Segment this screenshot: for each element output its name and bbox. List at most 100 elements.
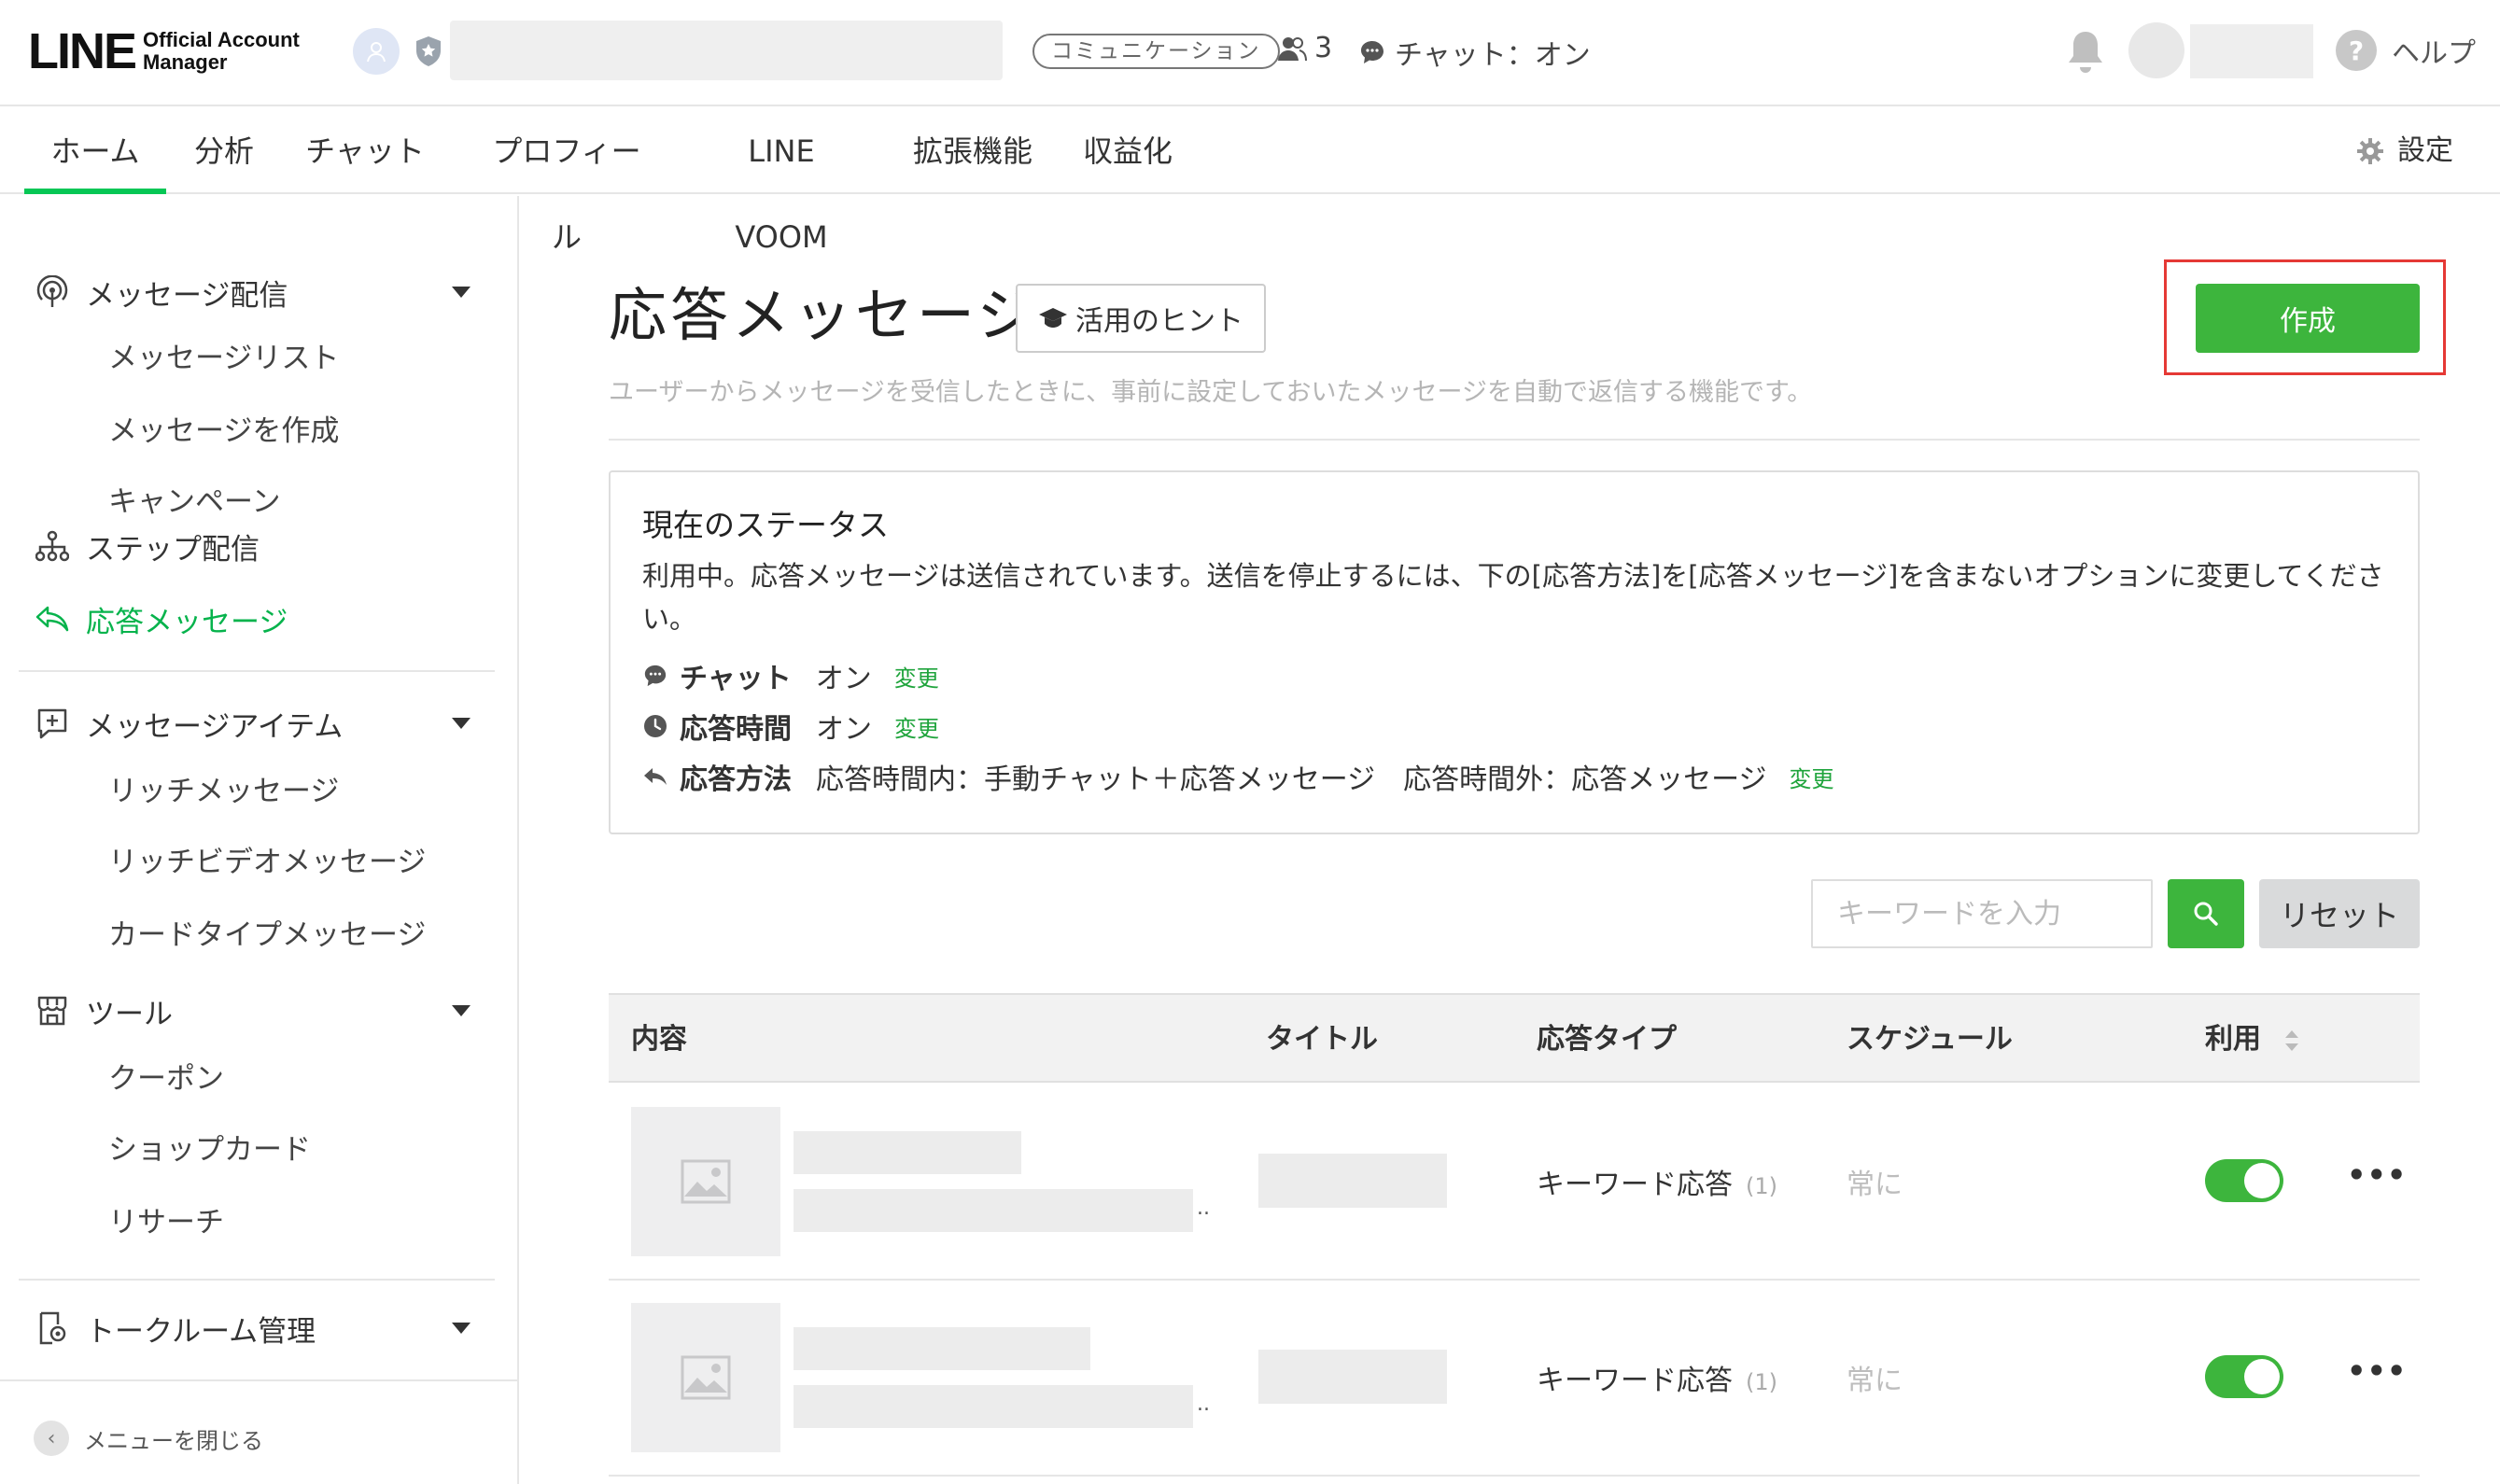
flow-tree-icon — [34, 527, 71, 565]
user-icon — [367, 42, 386, 63]
chevron-down-icon — [452, 1323, 471, 1334]
status-value: オン — [816, 713, 872, 746]
reset-button[interactable]: リセット — [2259, 879, 2420, 948]
schedule-cell: 常に — [1847, 1169, 1903, 1201]
help-icon: ? — [2336, 30, 2377, 71]
chat-room-settings-icon — [34, 1309, 71, 1347]
sidebar-item-research[interactable]: リサーチ — [108, 1195, 224, 1251]
shop-icon — [34, 992, 71, 1029]
status-row-response-hours: 応答時間 オン 変更 — [642, 706, 939, 747]
line-oa-manager-logo[interactable]: LINE Official Account Manager — [28, 26, 300, 77]
response-type-value: キーワード応答 — [1537, 1365, 1733, 1397]
sidebar-item-message-list[interactable]: メッセージリスト — [108, 330, 339, 386]
tab-profile[interactable]: プロフィール — [482, 108, 652, 255]
more-options-button[interactable]: ••• — [2347, 1353, 2407, 1389]
toggle-knob — [2244, 1163, 2280, 1198]
schedule-cell: 常に — [1847, 1365, 1903, 1397]
user-avatar[interactable] — [2128, 22, 2184, 78]
change-link[interactable]: 変更 — [894, 710, 939, 743]
create-button[interactable]: 作成 — [2196, 284, 2420, 353]
tab-home[interactable]: ホーム — [24, 108, 166, 194]
enable-toggle[interactable] — [2205, 1159, 2283, 1202]
sidebar-divider — [19, 1279, 495, 1281]
sidebar-item-label: ツール — [86, 997, 173, 1031]
sidebar-item-label: トークルーム管理 — [86, 1314, 316, 1349]
status-description: 利用中。応答メッセージは送信されています。送信を停止するには、下の[応答方法]を… — [642, 560, 2384, 635]
logo-subtitle: Official Account Manager — [143, 29, 300, 74]
status-row-chat: チャット オン 変更 — [642, 655, 939, 696]
sidebar-item-talk-room-management[interactable]: トークルーム管理 — [0, 1295, 519, 1361]
content-title-placeholder — [794, 1131, 1021, 1174]
settings-link[interactable]: 設定 — [2356, 108, 2453, 194]
column-header-enabled-label: 利用 — [2205, 1023, 2261, 1056]
sidebar-item-label: メッセージアイテム — [86, 709, 344, 744]
status-title: 現在のステータス — [642, 507, 889, 543]
status-key: チャット — [680, 663, 792, 695]
image-placeholder-icon — [681, 1159, 731, 1204]
enable-toggle[interactable] — [2205, 1355, 2283, 1398]
column-header-schedule: スケジュール — [1847, 1023, 2013, 1056]
close-menu-label: メニューを閉じる — [84, 1427, 263, 1454]
sidebar-item-card-type-message[interactable]: カードタイプメッセージ — [108, 907, 426, 963]
more-options-button[interactable]: ••• — [2347, 1157, 2407, 1193]
search-button[interactable] — [2168, 879, 2244, 948]
usage-hint-button[interactable]: 活用のヒント — [1016, 284, 1266, 353]
response-type-cell: キーワード応答 (1) — [1537, 1357, 1777, 1398]
logo-wordmark: LINE — [28, 23, 137, 79]
sidebar-item-tools[interactable]: ツール — [0, 978, 519, 1043]
sidebar-item-shop-card[interactable]: ショップカード — [108, 1122, 311, 1178]
reply-arrow-icon — [34, 600, 71, 637]
sidebar-item-coupon[interactable]: クーポン — [108, 1051, 224, 1107]
broadcast-icon — [34, 273, 71, 311]
keyword-count: (1) — [1746, 1369, 1777, 1395]
friends-count-value: 3 — [1314, 32, 1333, 64]
status-key: 応答方法 — [680, 763, 792, 796]
change-link[interactable]: 変更 — [894, 660, 939, 693]
status-value: オン — [815, 663, 872, 695]
change-link[interactable]: 変更 — [1790, 761, 1834, 793]
sidebar-item-message-items[interactable]: メッセージアイテム — [0, 691, 519, 756]
sidebar-item-label: ステップ配信 — [86, 532, 260, 567]
close-menu-button[interactable]: ‹ メニューを閉じる — [34, 1421, 263, 1456]
sidebar-item-message-broadcast[interactable]: メッセージ配信 — [0, 259, 519, 325]
thumbnail — [631, 1303, 780, 1452]
help-link[interactable]: ? ヘルプ — [2336, 30, 2476, 71]
settings-label: 設定 — [2397, 134, 2453, 167]
chat-bubble-icon — [1361, 41, 1383, 63]
usage-hint-label: 活用のヒント — [1075, 305, 1243, 338]
tab-analytics[interactable]: 分析 — [187, 108, 261, 194]
friends-count[interactable]: 3 — [1277, 32, 1332, 64]
gear-icon — [2357, 138, 2383, 164]
toggle-knob — [2244, 1359, 2280, 1394]
title-placeholder — [1258, 1350, 1447, 1404]
chevron-down-icon — [452, 287, 471, 298]
sidebar: メッセージ配信 メッセージリスト メッセージを作成 キャンペーン ステップ配信 … — [0, 196, 519, 1484]
keyword-count: (1) — [1746, 1173, 1777, 1199]
sidebar-item-rich-message[interactable]: リッチメッセージ — [108, 763, 339, 819]
chat-status[interactable]: チャット：オン — [1359, 32, 1591, 73]
sidebar-item-step-delivery[interactable]: ステップ配信 — [0, 513, 519, 579]
user-name-placeholder[interactable] — [2190, 24, 2313, 78]
keyword-search-input[interactable] — [1811, 879, 2153, 948]
tab-monetization[interactable]: 収益化 — [1081, 108, 1174, 194]
tab-chat[interactable]: チャット — [304, 108, 426, 194]
image-placeholder-icon — [681, 1355, 731, 1400]
account-name-placeholder — [450, 21, 1003, 80]
sidebar-item-auto-response[interactable]: 応答メッセージ — [0, 586, 519, 651]
sort-icon — [2285, 1029, 2299, 1051]
bell-icon[interactable] — [2065, 28, 2106, 75]
current-status-panel: 現在のステータス 利用中。応答メッセージは送信されています。送信を停止するには、… — [609, 470, 2420, 834]
tab-extensions[interactable]: 拡張機能 — [911, 108, 1034, 194]
account-avatar[interactable] — [353, 28, 400, 75]
sidebar-item-rich-video-message[interactable]: リッチビデオメッセージ — [108, 834, 426, 890]
clock-icon — [642, 713, 668, 739]
tab-line-voom[interactable]: LINE VOOM — [702, 108, 861, 255]
sidebar-divider — [0, 1379, 519, 1381]
chat-status-text: チャット：オン — [1395, 39, 1591, 72]
content-text-placeholder — [794, 1385, 1193, 1428]
sidebar-divider — [19, 670, 495, 672]
table-row[interactable]: .. キーワード応答 (1) 常に ••• — [609, 1085, 2420, 1281]
sidebar-item-create-message[interactable]: メッセージを作成 — [108, 403, 339, 459]
table-row[interactable]: .. キーワード応答 (1) 常に ••• — [609, 1281, 2420, 1477]
column-header-enabled[interactable]: 利用 — [2205, 995, 2300, 1085]
